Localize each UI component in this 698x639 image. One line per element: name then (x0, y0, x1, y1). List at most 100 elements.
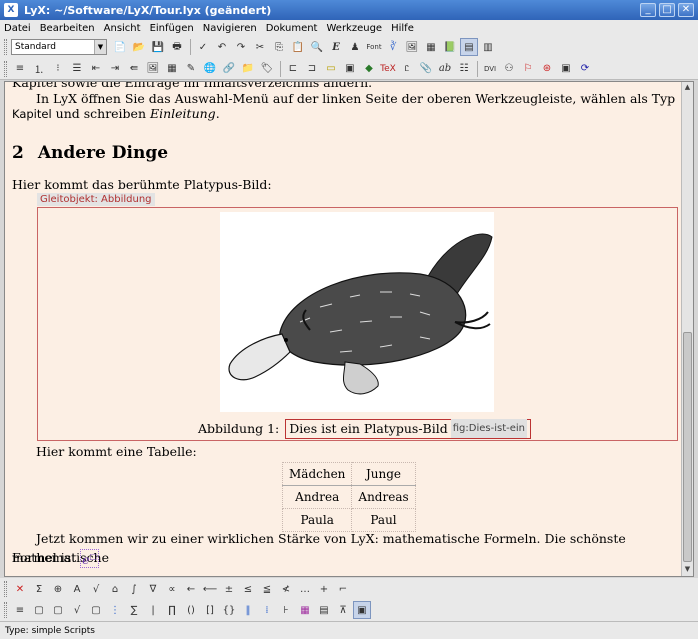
scroll-up-icon[interactable]: ▲ (683, 83, 692, 93)
math-nless-icon[interactable]: ≮ (277, 580, 295, 598)
math-panel-toggle-icon[interactable]: ▣ (353, 601, 371, 619)
paragraph-1-line-2[interactable]: Kapitel und schreiben Einleitung. (12, 104, 676, 124)
note-icon[interactable]: ✎ (182, 60, 200, 78)
align-icon[interactable]: ≡ (11, 60, 29, 78)
math-longarrow-icon[interactable]: ⟵ (201, 580, 219, 598)
new-icon[interactable]: 📄 (111, 38, 129, 56)
table-cell[interactable]: Andrea (281, 485, 353, 509)
noun-icon[interactable]: ♟ (346, 38, 364, 56)
paste-icon[interactable]: 📋 (289, 38, 307, 56)
math-oplus-icon[interactable]: ⊕ (49, 580, 67, 598)
paragraph-style-select[interactable]: Standard ▼ (11, 39, 107, 55)
minimize-button[interactable]: _ (640, 3, 656, 17)
menu-werkzeuge[interactable]: Werkzeuge (326, 23, 382, 34)
menu-ansicht[interactable]: Ansicht (104, 23, 141, 34)
math-arrow-icon[interactable]: ← (182, 580, 200, 598)
itemize-icon[interactable]: ⁝ (49, 60, 67, 78)
math-prod-icon[interactable]: ∏ (163, 601, 181, 619)
math-root-icon[interactable]: √ (87, 580, 105, 598)
math-matrix-icon[interactable]: ⁞ (258, 601, 276, 619)
math-sqrt-icon[interactable]: √ (68, 601, 86, 619)
math-propto-icon[interactable]: ∝ (163, 580, 181, 598)
refresh-icon[interactable]: ⟳ (576, 60, 594, 78)
insert-table-icon[interactable]: ▦ (422, 38, 440, 56)
math-nabla-icon[interactable]: ∇ (144, 580, 162, 598)
math-table-icon[interactable]: ▤ (315, 601, 333, 619)
figure-caption[interactable]: Abbildung 1: Dies ist ein Platypus-Bild … (198, 418, 532, 439)
math-braces-icon[interactable]: {} (220, 601, 238, 619)
index-icon[interactable]: 📁 (239, 60, 257, 78)
paragraph-4-line-2[interactable]: Formel ist e□ (12, 548, 676, 568)
math-fraction-icon[interactable]: ▢ (87, 601, 105, 619)
label-icon[interactable]: 🏷 (258, 60, 276, 78)
paragraph-3[interactable]: Hier kommt eine Tabelle: (36, 442, 676, 461)
maximize-button[interactable]: □ (659, 3, 675, 17)
math-sum2-icon[interactable]: ∑ (125, 601, 143, 619)
dvi-icon[interactable]: DVI (481, 60, 499, 78)
menu-einfuegen[interactable]: Einfügen (150, 23, 194, 34)
platypus-image[interactable] (220, 212, 494, 412)
find-icon[interactable]: 🔍 (308, 38, 326, 56)
math-delete-icon[interactable]: ✕ (11, 580, 29, 598)
math-sum-icon[interactable]: Σ (30, 580, 48, 598)
math-integral-icon[interactable]: ∫ (125, 580, 143, 598)
tex-icon[interactable]: TeX (379, 60, 397, 78)
math-norm-icon[interactable]: ‖ (239, 601, 257, 619)
depth-decrease-icon[interactable]: ⇤ (87, 60, 105, 78)
math-subscript-icon[interactable]: ▢ (30, 601, 48, 619)
print-icon[interactable]: 🖶 (168, 38, 186, 56)
math-nand-icon[interactable]: ⊼ (334, 601, 352, 619)
math-vdots-icon[interactable]: ⋮ (106, 601, 124, 619)
table-cell[interactable]: Junge (351, 462, 416, 486)
math-superscript-icon[interactable]: ▢ (49, 601, 67, 619)
math-greek-icon[interactable]: Α (68, 580, 86, 598)
scrollbar-thumb[interactable] (683, 332, 692, 562)
copy-icon[interactable]: ⎘ (270, 38, 288, 56)
table-icon[interactable]: ▦ (163, 60, 181, 78)
section-heading[interactable]: 2 Andere Dinge (12, 144, 168, 163)
text-style-icon[interactable]: Ꮭ (398, 60, 416, 78)
label-inset[interactable]: fig:Dies-ist-ein (450, 419, 528, 438)
math-not-icon[interactable]: ⌐ (334, 580, 352, 598)
caption-text-box[interactable]: Dies ist ein Platypus-Bild fig:Dies-ist-… (285, 418, 532, 439)
math-leqq-icon[interactable]: ≦ (258, 580, 276, 598)
math-grid-icon[interactable]: ▦ (296, 601, 314, 619)
toolbar-grip[interactable] (4, 602, 7, 618)
math-vdash-icon[interactable]: ⊦ (277, 601, 295, 619)
math-brackets-icon[interactable]: [] (201, 601, 219, 619)
redo-icon[interactable]: ↷ (232, 38, 250, 56)
hyperlink-icon[interactable]: 🌐 (201, 60, 219, 78)
view-source-icon[interactable]: ▤ (460, 38, 478, 56)
outdent-icon[interactable]: ⇚ (125, 60, 143, 78)
math-parens-icon[interactable]: () (182, 601, 200, 619)
toolbar-grip[interactable] (4, 581, 7, 597)
pdf-icon[interactable]: ⚐ (519, 60, 537, 78)
vertical-scrollbar[interactable]: ▲ ▼ (681, 82, 693, 576)
open-icon[interactable]: 📂 (130, 38, 148, 56)
table-cell[interactable]: Andreas (351, 485, 416, 509)
undo-icon[interactable]: ↶ (213, 38, 231, 56)
description-icon[interactable]: ☰ (68, 60, 86, 78)
cross-ref-icon[interactable]: ⊏ (284, 60, 302, 78)
depth-increase-icon[interactable]: ⇥ (106, 60, 124, 78)
toolbar-grip[interactable] (4, 60, 7, 77)
toolbar-grip[interactable] (4, 39, 7, 55)
view-html-icon[interactable]: ▣ (557, 60, 575, 78)
ert-icon[interactable]: ▣ (341, 60, 359, 78)
menu-hilfe[interactable]: Hilfe (391, 23, 414, 34)
math-bar-icon[interactable]: | (144, 601, 162, 619)
view-ps-icon[interactable]: ⚇ (500, 60, 518, 78)
footnote-icon[interactable]: ⊐ (303, 60, 321, 78)
float-label[interactable]: Gleitobjekt: Abbildung (37, 193, 155, 206)
paragraph-settings-icon[interactable]: ☷ (455, 60, 473, 78)
data-table[interactable]: Mädchen Junge Andrea Andreas Paula Paul (281, 462, 416, 532)
table-cell[interactable]: Mädchen (281, 462, 353, 486)
margin-note-icon[interactable]: ▭ (322, 60, 340, 78)
toggle-toolbar-icon[interactable]: ▥ (479, 38, 497, 56)
math-icon[interactable]: ∛ (384, 38, 402, 56)
spellcheck-icon[interactable]: ✓ (194, 38, 212, 56)
paragraph-2[interactable]: Hier kommt das berühmte Platypus-Bild: (12, 175, 676, 194)
math-dots-icon[interactable]: … (296, 580, 314, 598)
font-icon[interactable]: Font (365, 38, 383, 56)
math-mode-icon[interactable]: ◆ (360, 60, 378, 78)
